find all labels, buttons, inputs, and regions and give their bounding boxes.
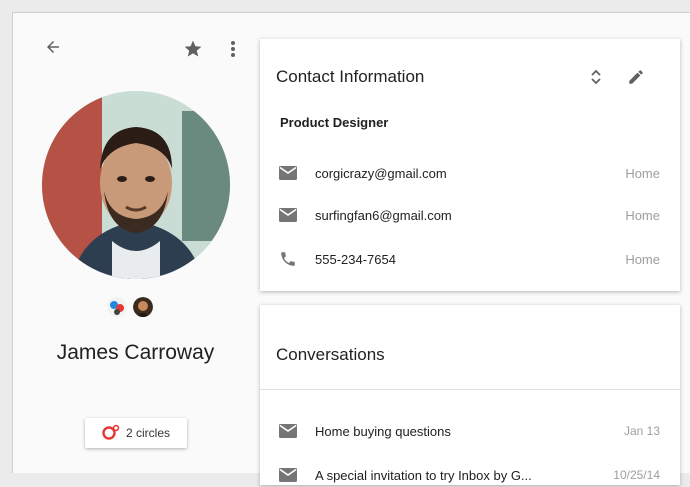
contact-window: James Carroway 2 circles Contact Informa…: [12, 12, 690, 485]
unfold-icon[interactable]: [582, 63, 610, 91]
connection-avatar[interactable]: [133, 297, 153, 317]
contact-entry-email-2[interactable]: surfingfan6@gmail.com Home: [260, 203, 680, 227]
phone-number[interactable]: 555-234-7654: [315, 252, 396, 267]
circles-count-label: 2 circles: [125, 426, 170, 440]
star-icon[interactable]: [179, 35, 207, 63]
mail-icon: [278, 421, 298, 441]
job-title: Product Designer: [280, 115, 389, 130]
more-vert-icon[interactable]: [219, 35, 247, 63]
conversations-card: Conversations Home buying questions Jan …: [260, 305, 680, 485]
profile-photo: [42, 91, 230, 279]
entry-label: Home: [625, 251, 660, 267]
mail-icon: [278, 205, 298, 225]
conversations-title: Conversations: [276, 345, 385, 364]
email-address[interactable]: corgicrazy@gmail.com: [315, 166, 447, 181]
back-arrow-icon[interactable]: [39, 33, 67, 61]
entry-label: Home: [625, 165, 660, 181]
google-circles-icon: [102, 424, 120, 443]
circles-button[interactable]: 2 circles: [85, 418, 187, 448]
phone-icon: [278, 249, 298, 269]
conversation-date: Jan 13: [623, 424, 660, 438]
mail-icon: [278, 163, 298, 183]
mail-icon: [278, 465, 298, 485]
conversation-item[interactable]: Home buying questions Jan 13: [260, 419, 680, 443]
divider: [260, 389, 680, 390]
entry-label: Home: [625, 207, 660, 223]
contact-entry-email-1[interactable]: corgicrazy@gmail.com Home: [260, 161, 680, 185]
connection-avatar[interactable]: [107, 297, 127, 317]
shared-connections: [107, 297, 153, 317]
conversation-date: 10/25/14: [613, 468, 660, 482]
contact-entry-phone[interactable]: 555-234-7654 Home: [260, 247, 680, 271]
contact-name: James Carroway: [56, 341, 215, 364]
conversation-subject: Home buying questions: [315, 423, 451, 439]
conversation-item[interactable]: A special invitation to try Inbox by G..…: [260, 463, 680, 487]
profile-panel: James Carroway 2 circles: [13, 13, 258, 473]
contact-information-title: Contact Information: [276, 67, 425, 86]
conversation-subject: A special invitation to try Inbox by G..…: [315, 467, 532, 483]
contact-information-card: Contact Information Product Designer cor…: [260, 39, 680, 291]
edit-pencil-icon[interactable]: [622, 63, 650, 91]
email-address[interactable]: surfingfan6@gmail.com: [315, 208, 452, 223]
